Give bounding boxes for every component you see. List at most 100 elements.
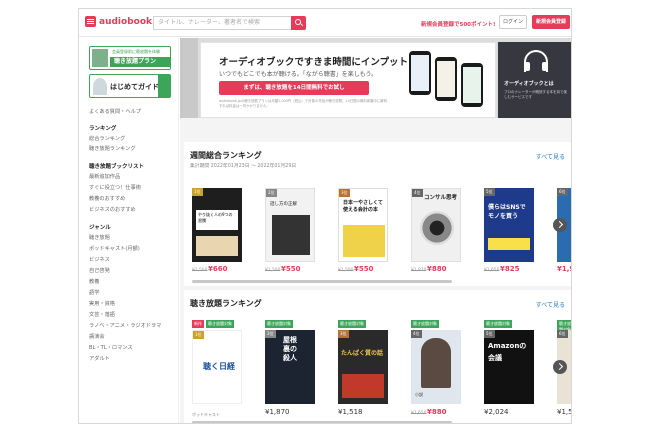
sidebar-genre-item[interactable]: 語学 xyxy=(89,289,99,296)
horizontal-scrollbar[interactable] xyxy=(192,280,452,283)
sidebar-genre-item[interactable]: 実用・資格 xyxy=(89,300,115,307)
sidebar-item-business-picks[interactable]: ビジネスのおすすめ xyxy=(89,206,136,213)
signup-button[interactable]: 新規会員登録 xyxy=(532,15,570,29)
sidebar-genre-item[interactable]: BL・TL・ロマンス xyxy=(89,344,133,351)
banner-thumbnail xyxy=(92,49,108,67)
site-header: audiobook.jp タイトル、ナレーター、著者名で検索 新規会員登録で50… xyxy=(79,9,571,37)
cover-art xyxy=(342,374,384,398)
hero-prev-slide[interactable] xyxy=(180,38,198,118)
sidebar-genre-item[interactable]: 自己啓発 xyxy=(89,267,110,274)
ranking-period: 集計期間 2022年01月23日 〜 2022年01月29日 xyxy=(190,164,297,169)
book-title: 日本一やさしくて使える会計の本 xyxy=(343,200,383,213)
book-title: 僕らはSNSでモノを買う xyxy=(488,204,526,220)
carousel-next-button[interactable] xyxy=(553,360,567,374)
cover-art xyxy=(272,215,310,255)
cover-art xyxy=(196,236,238,256)
sidebar-genre-item[interactable]: ラノベ・アニメ・ラジオドラマ xyxy=(89,322,161,329)
hero-title: オーディオブックですきま時間にインプット xyxy=(219,57,409,68)
sidebar-genre-item[interactable]: 教養 xyxy=(89,278,99,285)
search-input[interactable]: タイトル、ナレーター、著者名で検索 xyxy=(153,16,291,30)
rank-badge: 4位 xyxy=(412,189,423,197)
carousel-next-button[interactable] xyxy=(553,218,567,232)
sale-price: ¥880 xyxy=(427,265,447,273)
book-cover[interactable]: 1位 やり抜く人の9つの習慣 xyxy=(192,188,242,262)
cover-art xyxy=(420,211,454,245)
sidebar-genre-item[interactable]: 講演会 xyxy=(89,333,105,340)
unlimited-tag: 聴き放題対象 xyxy=(206,320,234,328)
original-price: ¥1,650 xyxy=(484,268,500,273)
book-title: Amazonの会議 xyxy=(488,342,527,362)
hero-banner[interactable]: オーディオブックですきま時間にインプット いつでもどこでも本が聴ける。「ながら聴… xyxy=(200,42,496,118)
price: ¥1,5 xyxy=(557,408,572,416)
rank-badge: 4位 xyxy=(411,330,422,338)
section-title: 週間総合ランキング xyxy=(190,151,262,160)
sale-price: ¥550 xyxy=(354,265,374,273)
side-banner-caption: プロのナレーターが朗読する本を耳で楽しむサービスです xyxy=(504,90,567,99)
price: ¥2,024 xyxy=(484,408,509,416)
main-content: オーディオブックですきま時間にインプット いつでもどこでも本が聴ける。「ながら聴… xyxy=(180,38,572,423)
original-price: ¥1,500 xyxy=(192,268,208,273)
book-cover[interactable]: 1位 聴く日経 xyxy=(192,330,242,404)
book-title: 小説 xyxy=(415,392,423,397)
book-cover[interactable]: 4位 コンサル思考 xyxy=(411,188,461,262)
sidebar-heading-ranking: ランキング xyxy=(89,126,117,132)
sidebar-item-unlimited-ranking[interactable]: 聴き放題ランキング xyxy=(89,145,136,152)
unlimited-tag: 聴き放題対象 xyxy=(484,320,512,328)
unlimited-tag: 聴き放題対象 xyxy=(265,320,293,328)
sidebar-item-culture[interactable]: 教養のおすすめ xyxy=(89,195,125,202)
hero-side-banner[interactable]: オーディオブックとは プロのナレーターが朗読する本を耳で楽しむサービスです xyxy=(498,42,571,118)
side-banner-title: オーディオブックとは xyxy=(504,81,554,87)
book-title: やり抜く人の9つの習慣 xyxy=(196,210,238,230)
signup-promo-link[interactable]: 新規会員登録で500ポイント! xyxy=(421,20,496,28)
sidebar-genre-item[interactable]: 聴き放題 xyxy=(89,234,110,241)
rank-badge: 3位 xyxy=(338,330,349,338)
book-cover[interactable]: 2位 話し方の正解 xyxy=(265,188,315,262)
book-cover[interactable]: 5位 僕らはSNSでモノを買う xyxy=(484,188,534,262)
horizontal-scrollbar[interactable] xyxy=(192,421,452,423)
headphone-icon xyxy=(524,50,548,72)
sale-price: ¥1,9 xyxy=(557,265,571,273)
hero-carousel: オーディオブックですきま時間にインプット いつでもどこでも本が聴ける。「ながら聴… xyxy=(180,38,571,118)
search-button[interactable] xyxy=(291,16,306,30)
book-cover[interactable]: 5位 Amazonの会議 xyxy=(484,330,534,404)
original-price: ¥1,650 xyxy=(411,411,427,416)
sale-price: ¥550 xyxy=(281,265,301,273)
rank-badge: 6位 xyxy=(557,188,568,196)
sidebar-genre-item[interactable]: ポッドキャスト(月額) xyxy=(89,245,140,252)
weekly-ranking-section: 週間総合ランキング 集計期間 2022年01月23日 〜 2022年01月29日… xyxy=(184,142,571,286)
book-cover[interactable]: 4位 小説 xyxy=(411,330,461,404)
unlimited-ranking-section: 聴き放題ランキング すべて見る 新作 聴き放題対象 1位 聴く日経 ポッドキャス… xyxy=(184,290,572,423)
unlimited-plan-banner[interactable]: 会員登録前に聴放題を体験 聴き放題プラン xyxy=(89,46,171,70)
book-cover[interactable]: 3位 日本一やさしくて使える会計の本 xyxy=(338,188,388,262)
sidebar-item-latest[interactable]: 最新追加作品 xyxy=(89,173,120,180)
sidebar-item-overall-ranking[interactable]: 総合ランキング xyxy=(89,135,125,142)
banner-caption: 会員登録前に聴放題を体験 xyxy=(112,49,160,54)
sidebar-heading-genre: ジャンル xyxy=(89,225,111,231)
original-price: ¥1,500 xyxy=(338,268,354,273)
sidebar-genre-item[interactable]: アダルト xyxy=(89,355,110,362)
cover-art xyxy=(343,225,385,257)
sidebar-genre-item[interactable]: 文芸・落語 xyxy=(89,311,115,318)
book-title: 屋根裏の殺人 xyxy=(283,336,297,362)
see-all-link[interactable]: すべて見る xyxy=(536,152,565,161)
original-price: ¥1,870 xyxy=(411,268,427,273)
new-tag: 新作 xyxy=(192,320,204,328)
banner-title: 聴き放題プラン xyxy=(110,57,170,67)
hero-fineprint: audiobook.jpの聴き放題プランは月額1,000円（税込）で対象の作品が… xyxy=(219,99,388,108)
sidebar-genre-item[interactable]: ビジネス xyxy=(89,256,110,263)
phone-image xyxy=(461,63,483,107)
cover-art xyxy=(421,338,451,388)
book-cover[interactable]: 3位 たんぱく質の話 xyxy=(338,330,388,404)
login-button[interactable]: ログイン xyxy=(499,15,527,29)
sidebar-item-faq[interactable]: よくある質問・ヘルプ xyxy=(89,108,141,115)
see-all-link[interactable]: すべて見る xyxy=(536,300,565,309)
phone-image xyxy=(435,57,457,101)
free-trial-button[interactable]: まずは、聴き放題を14日間無料でお試し xyxy=(219,81,369,95)
rank-badge: 6位 xyxy=(557,330,568,338)
book-cover[interactable]: 2位 屋根裏の殺人 xyxy=(265,330,315,404)
beginner-guide-banner[interactable]: はじめてガイド xyxy=(89,74,171,98)
rank-badge: 2位 xyxy=(266,189,277,197)
sidebar-item-worktips[interactable]: すぐに役立つ！仕事術 xyxy=(89,184,141,191)
rank-badge: 1位 xyxy=(192,188,203,196)
rank-badge: 5位 xyxy=(484,188,495,196)
